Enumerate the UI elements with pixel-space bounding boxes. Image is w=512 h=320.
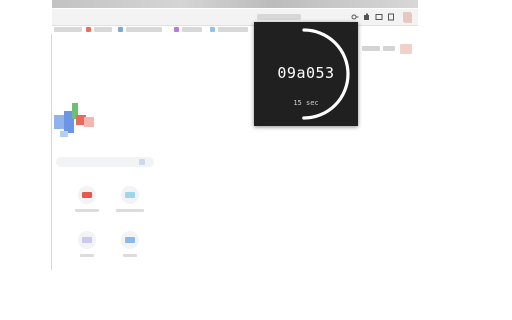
- window-titlebar: [52, 0, 418, 8]
- key-icon[interactable]: [350, 12, 360, 22]
- bookmark-item[interactable]: [94, 27, 112, 32]
- bookmark-icon[interactable]: [174, 27, 179, 32]
- address-text-blur: [257, 14, 301, 20]
- microphone-icon[interactable]: [139, 159, 145, 165]
- shortcut-tile[interactable]: [73, 231, 101, 257]
- bookmark-item[interactable]: [54, 27, 82, 32]
- address-bar[interactable]: [52, 9, 418, 26]
- page-blur: [362, 46, 380, 51]
- puzzle-extension-icon[interactable]: [362, 12, 372, 22]
- page-blur: [383, 46, 395, 51]
- shortcut-favicon-icon: [125, 192, 135, 198]
- seconds-remaining: 15 sec: [293, 99, 319, 107]
- bookmark-item[interactable]: [218, 27, 248, 32]
- otp-code[interactable]: 09a053: [254, 64, 358, 82]
- page-left-edge: [51, 34, 52, 270]
- search-input[interactable]: [56, 157, 154, 167]
- shortcut-favicon-icon: [82, 192, 92, 198]
- shortcut-tile[interactable]: [73, 186, 101, 212]
- bookmark-item[interactable]: [126, 27, 162, 32]
- bookmark-item[interactable]: [182, 27, 202, 32]
- shortcut-favicon-icon: [125, 237, 135, 243]
- page-blur: [400, 44, 412, 54]
- tab-icon[interactable]: [386, 12, 396, 22]
- bookmark-icon[interactable]: [210, 27, 215, 32]
- shortcut-tile[interactable]: [116, 231, 144, 257]
- cast-icon[interactable]: [374, 12, 384, 22]
- bookmarks-bar: [52, 26, 418, 34]
- bookmark-icon[interactable]: [118, 27, 123, 32]
- shortcut-tile[interactable]: [116, 186, 144, 212]
- shortcut-favicon-icon: [82, 237, 92, 243]
- otp-timer-popup: 09a053 15 sec: [254, 22, 358, 126]
- bookmark-icon[interactable]: [86, 27, 91, 32]
- page-blur: [404, 13, 412, 23]
- search-logo: [54, 103, 98, 139]
